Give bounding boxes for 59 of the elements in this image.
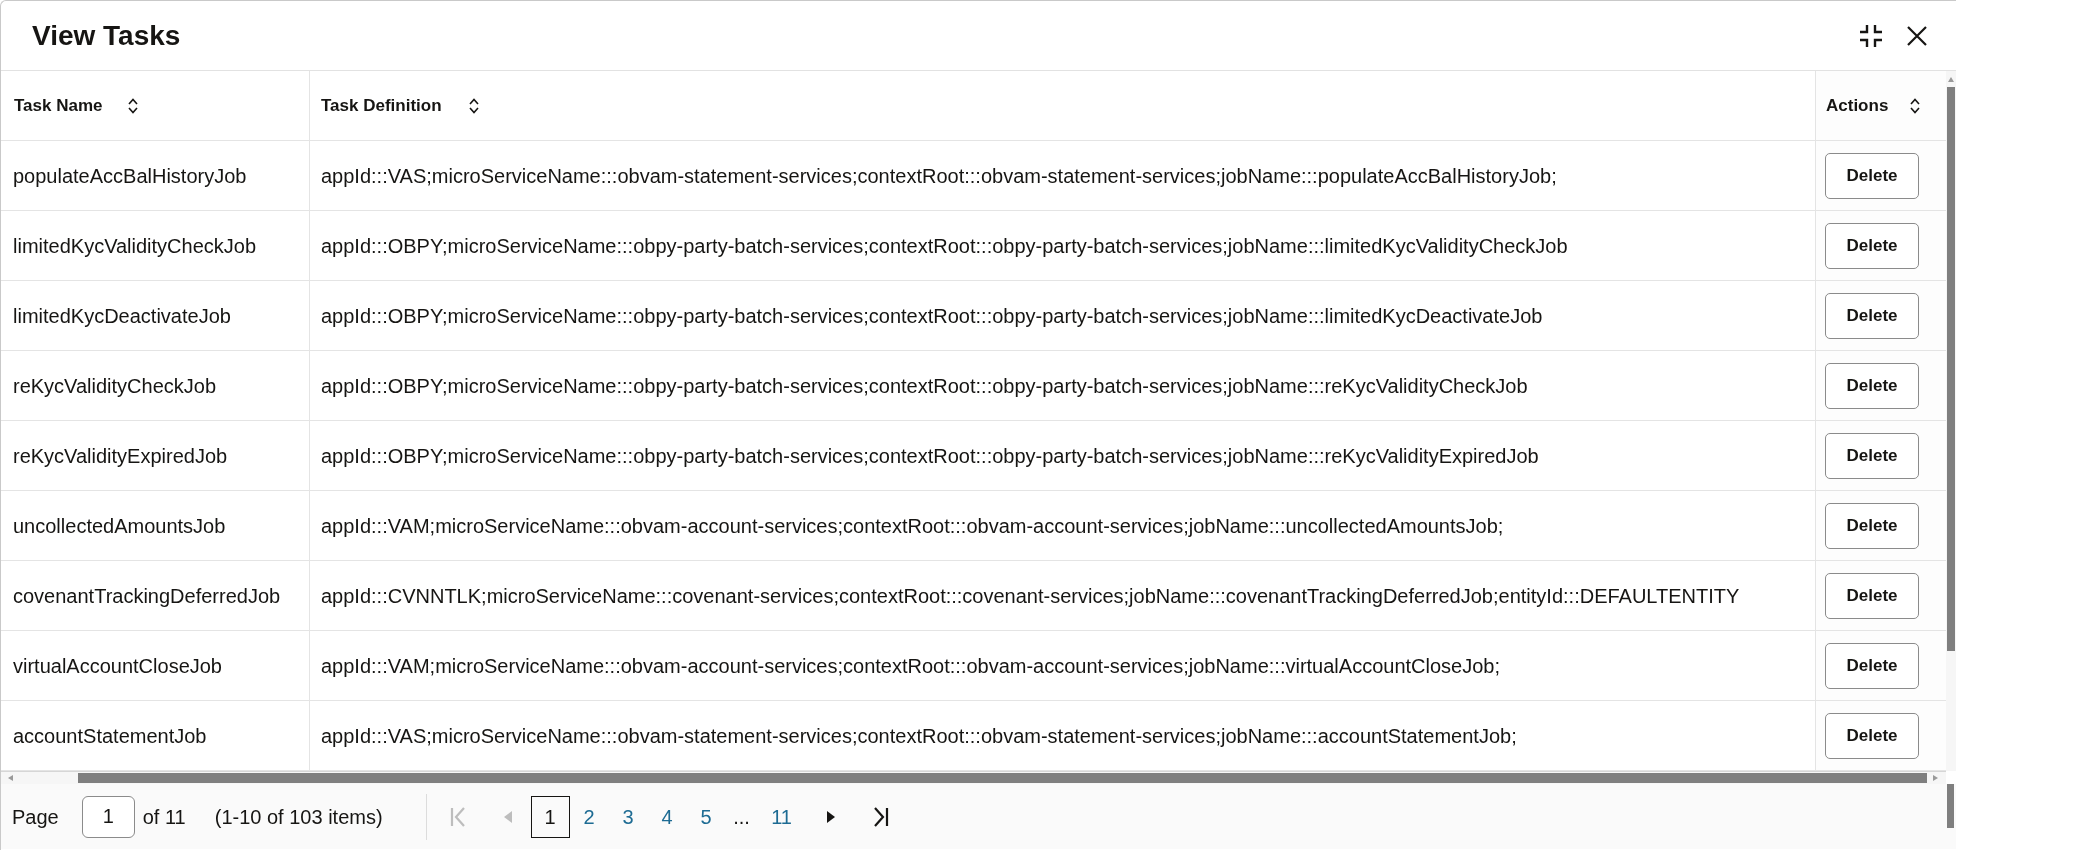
horizontal-scrollbar[interactable] [1, 771, 1946, 784]
table-cell: limitedKycDeactivateJob [1, 281, 310, 350]
sort-icon[interactable] [468, 97, 479, 114]
delete-button[interactable]: Delete [1825, 502, 1919, 549]
page-input[interactable]: 1 [81, 795, 135, 838]
page-label: Page [12, 804, 59, 830]
table-cell-text: appId:::OBPY;microServiceName:::obpy-party-batch-services;contextRoot:::obpy-party-batch-services;jobName:::limitedKycValidityCheckJob [320, 233, 1569, 259]
exit-fullscreen-icon[interactable] [1859, 23, 1883, 48]
table-cell: populateAccBalHistoryJob [1, 141, 310, 210]
page-link[interactable]: 4 [647, 795, 687, 838]
scroll-right-arrow-icon[interactable] [1933, 775, 1938, 781]
table-cell: limitedKycValidityCheckJob [1, 211, 310, 280]
scrollbar-thumb[interactable] [1947, 784, 1954, 828]
page-link[interactable]: 1 [530, 795, 570, 838]
delete-button[interactable]: Delete [1825, 432, 1919, 479]
table-cell-text: appId:::OBPY;microServiceName:::obpy-party-batch-services;contextRoot:::obpy-party-batch-services;jobName:::reKycValidityExpiredJob [320, 443, 1540, 469]
delete-button[interactable]: Delete [1825, 362, 1919, 409]
scrollbar-thumb[interactable] [1947, 87, 1955, 651]
page-link[interactable]: 3 [608, 795, 648, 838]
next-page-icon [826, 810, 835, 823]
items-range: (1-10 of 103 items) [214, 804, 383, 830]
table-cell: accountStatementJob [1, 701, 310, 770]
dialog-title: View Tasks [32, 21, 181, 50]
sort-icon[interactable] [1910, 97, 1921, 114]
page-ellipsis: ... [732, 804, 751, 830]
delete-button[interactable]: Delete [1825, 712, 1919, 759]
table-cell-text: appId:::VAS;microServiceName:::obvam-statement-services;contextRoot:::obvam-statement-services;jobName:::populateAccBalHistoryJob; [320, 163, 1558, 189]
table-cell-text: appId:::CVNNTLK;microServiceName:::covenant-services;contextRoot:::covenant-services;jobName:::covenantTrackingDeferredJob;entityId:::DEFAULTENTITY [320, 583, 1741, 609]
previous-page-icon [503, 810, 512, 823]
page-total: of 11 [142, 804, 186, 830]
table-cell-text: appId:::VAS;microServiceName:::obvam-statement-services;contextRoot:::obvam-statement-services;jobName:::accountStatementJob; [320, 723, 1518, 749]
sort-icon[interactable] [127, 97, 138, 114]
delete-button[interactable]: Delete [1825, 572, 1919, 619]
page-link[interactable]: 2 [569, 795, 609, 838]
column-header[interactable]: Task Definition [321, 92, 479, 119]
table-cell: reKycValidityExpiredJob [1, 421, 310, 490]
scroll-left-arrow-icon[interactable] [8, 775, 13, 781]
column-header[interactable]: Actions [1826, 92, 1921, 119]
scrollbar-thumb[interactable] [78, 773, 1927, 783]
delete-button[interactable]: Delete [1825, 152, 1919, 199]
first-page-icon [449, 806, 466, 827]
table-cell: virtualAccountCloseJob [1, 631, 310, 700]
close-icon[interactable] [1907, 25, 1927, 46]
delete-button[interactable]: Delete [1825, 292, 1919, 339]
delete-button[interactable]: Delete [1825, 222, 1919, 269]
scroll-up-arrow-icon[interactable] [1948, 77, 1954, 82]
table-cell: covenantTrackingDeferredJob [1, 561, 310, 630]
table-cell-text: appId:::VAM;microServiceName:::obvam-account-services;contextRoot:::obvam-account-services;jobName:::uncollectedAmountsJob; [320, 513, 1505, 539]
table-cell-text: appId:::OBPY;microServiceName:::obpy-party-batch-services;contextRoot:::obpy-party-batch-services;jobName:::limitedKycDeactivateJob [320, 303, 1544, 329]
table-cell-text: appId:::VAM;microServiceName:::obvam-account-services;contextRoot:::obvam-account-services;jobName:::virtualAccountCloseJob; [320, 653, 1501, 679]
table-cell-text: appId:::OBPY;microServiceName:::obpy-party-batch-services;contextRoot:::obpy-party-batch-services;jobName:::reKycValidityCheckJob [320, 373, 1529, 399]
delete-button[interactable]: Delete [1825, 642, 1919, 689]
column-header[interactable]: Task Name [14, 92, 138, 119]
page-link[interactable]: 5 [686, 795, 726, 838]
vertical-scrollbar[interactable] [1946, 71, 1956, 771]
last-page-icon [872, 806, 889, 827]
table-cell: reKycValidityCheckJob [1, 351, 310, 420]
table-cell: uncollectedAmountsJob [1, 491, 310, 560]
page-link[interactable]: 11 [757, 795, 806, 838]
